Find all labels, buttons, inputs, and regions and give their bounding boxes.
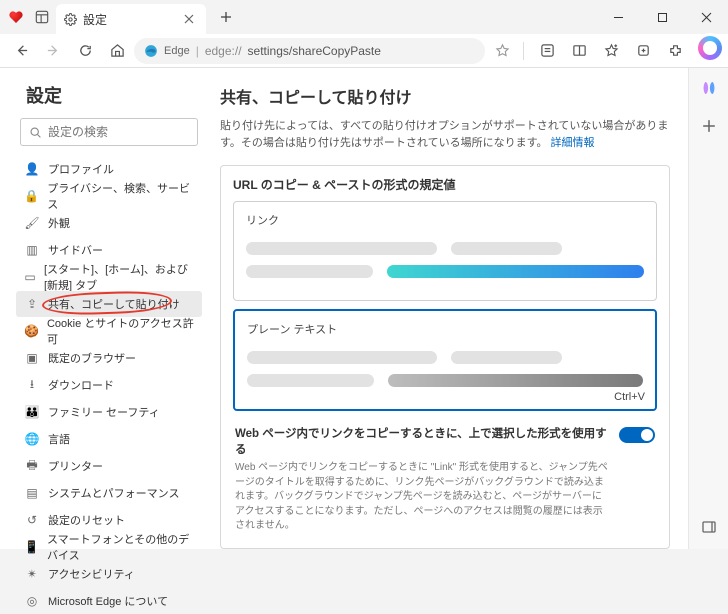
rail-copilot-icon[interactable] <box>695 74 723 102</box>
sidebar-rail <box>688 68 728 549</box>
option-link-label: リンク <box>246 212 644 228</box>
search-input[interactable] <box>48 125 203 139</box>
language-icon: 🌐 <box>24 432 40 446</box>
printer-icon: 🖶 <box>24 456 40 477</box>
accessibility-icon: ✴ <box>24 567 40 581</box>
share-icon: ⇪ <box>24 297 40 311</box>
sidebar-item-downloads[interactable]: ⭳ダウンロード <box>16 372 202 398</box>
titlebar: 設定 <box>0 0 728 34</box>
shortcut-label: Ctrl+V <box>614 391 645 403</box>
extensions-icon[interactable] <box>660 37 690 65</box>
new-tab-button[interactable] <box>212 3 240 31</box>
sidebar-item-default-browser[interactable]: ▣既定のブラウザー <box>16 345 202 371</box>
settings-sidebar: 設定 👤プロファイル 🔒プライバシー、検索、サービス 🖌外観 ▥サイドバー ▭[… <box>0 68 210 549</box>
sidebar-item-share-copy-paste[interactable]: ⇪共有、コピーして貼り付け <box>16 291 202 317</box>
card-title: URL のコピー & ペーストの形式の規定値 <box>233 176 657 193</box>
download-icon: ⭳ <box>24 375 40 396</box>
profile-icon: 👤 <box>24 162 40 176</box>
sidebar-item-language[interactable]: 🌐言語 <box>16 426 202 452</box>
collections-icon[interactable] <box>628 37 658 65</box>
app-icon <box>4 5 28 29</box>
format-card: URL のコピー & ペーストの形式の規定値 リンク プレーン テキスト Ctr… <box>220 165 670 549</box>
url-scheme: edge:// <box>205 44 242 58</box>
reset-icon: ↺ <box>24 513 40 527</box>
home-button[interactable] <box>102 37 132 65</box>
option-plain-text[interactable]: プレーン テキスト Ctrl+V <box>233 309 657 411</box>
panel-icon: ▥ <box>24 243 40 257</box>
sidebar-item-about[interactable]: ◎Microsoft Edge について <box>16 588 202 614</box>
footer-title: Web ページ内でリンクをコピーするときに、上で選択した形式を使用する <box>235 425 609 457</box>
search-icon <box>29 126 42 139</box>
tab-title: 設定 <box>83 11 107 28</box>
rail-add-icon[interactable] <box>695 112 723 140</box>
sidebar-item-sidebar[interactable]: ▥サイドバー <box>16 237 202 263</box>
sidebar-item-phone[interactable]: 📱スマートフォンとその他のデバイス <box>16 534 202 560</box>
settings-main: 共有、コピーして貼り付け 貼り付け先によっては、すべての貼り付けオプションがサポ… <box>210 68 688 549</box>
close-window-button[interactable] <box>684 0 728 34</box>
sidebar-item-cookies[interactable]: 🍪Cookie とサイトのアクセス許可 <box>16 318 202 344</box>
gear-icon <box>64 13 77 26</box>
page-title: 共有、コピーして貼り付け <box>220 84 670 108</box>
address-label: Edge <box>164 45 190 57</box>
footer-description: Web ページ内でリンクをコピーするときに "Link" 形式を使用すると、ジャ… <box>235 461 609 534</box>
sidebar-item-profile[interactable]: 👤プロファイル <box>16 156 202 182</box>
sidebar-item-printers[interactable]: 🖶プリンター <box>16 453 202 479</box>
favorite-button[interactable] <box>487 37 517 65</box>
refresh-button[interactable] <box>70 37 100 65</box>
copilot-icon[interactable] <box>698 36 722 60</box>
edge-icon: ◎ <box>24 594 40 608</box>
maximize-button[interactable] <box>640 0 684 34</box>
sidebar-item-start[interactable]: ▭[スタート]、[ホーム]、および [新規] タブ <box>16 264 202 290</box>
toolbar: Edge | edge://settings/shareCopyPaste <box>0 34 728 68</box>
favorites-icon[interactable] <box>596 37 626 65</box>
page-description: 貼り付け先によっては、すべての貼り付けオプションがサポートされていない場合があり… <box>220 118 670 151</box>
learn-more-link[interactable]: 詳細情報 <box>551 137 595 149</box>
sidebar-item-accessibility[interactable]: ✴アクセシビリティ <box>16 561 202 587</box>
address-bar[interactable]: Edge | edge://settings/shareCopyPaste <box>134 38 485 64</box>
split-screen-icon[interactable] <box>564 37 594 65</box>
rail-settings-icon[interactable] <box>695 513 723 541</box>
sidebar-title: 設定 <box>16 82 202 108</box>
forward-button[interactable] <box>38 37 68 65</box>
lock-icon: 🔒 <box>24 189 39 203</box>
close-icon[interactable] <box>180 10 198 28</box>
browser-icon: ▣ <box>24 351 40 365</box>
family-icon: 👪 <box>24 405 40 419</box>
sidebar-item-reset[interactable]: ↺設定のリセット <box>16 507 202 533</box>
sidebar-item-appearance[interactable]: 🖌外観 <box>16 210 202 236</box>
sidebar-item-system[interactable]: ▤システムとパフォーマンス <box>16 480 202 506</box>
minimize-button[interactable] <box>596 0 640 34</box>
option-plain-label: プレーン テキスト <box>247 321 643 337</box>
system-icon: ▤ <box>24 486 40 500</box>
tab-icon: ▭ <box>24 270 36 284</box>
reading-list-icon[interactable] <box>532 37 562 65</box>
toggle-use-format[interactable] <box>619 427 655 443</box>
settings-page: 設定 👤プロファイル 🔒プライバシー、検索、サービス 🖌外観 ▥サイドバー ▭[… <box>0 68 688 549</box>
workspaces-icon[interactable] <box>30 5 54 29</box>
sidebar-item-privacy[interactable]: 🔒プライバシー、検索、サービス <box>16 183 202 209</box>
option-link[interactable]: リンク <box>233 201 657 301</box>
phone-icon: 📱 <box>24 540 39 554</box>
edge-logo-icon <box>144 44 158 58</box>
footer-row: Web ページ内でリンクをコピーするときに、上で選択した形式を使用する Web … <box>233 419 657 534</box>
back-button[interactable] <box>6 37 36 65</box>
settings-search[interactable] <box>20 118 198 146</box>
sidebar-item-family[interactable]: 👪ファミリー セーフティ <box>16 399 202 425</box>
url-path: settings/shareCopyPaste <box>248 44 381 58</box>
appearance-icon: 🖌 <box>24 216 40 230</box>
tab-settings[interactable]: 設定 <box>56 4 206 34</box>
cookie-icon: 🍪 <box>24 324 39 338</box>
